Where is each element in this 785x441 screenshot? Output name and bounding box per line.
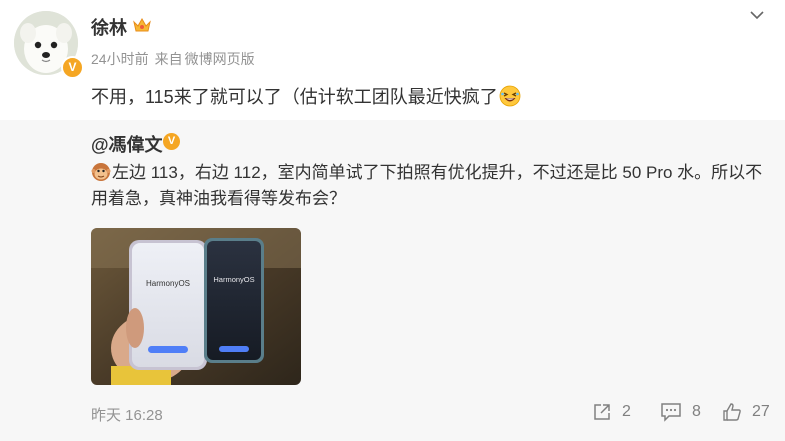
repost-time[interactable]: 昨天 16:28 xyxy=(91,404,163,425)
thumbs-up-icon xyxy=(723,403,741,421)
like-count: 27 xyxy=(752,403,770,420)
post-meta: 24小时前 来自 微博网页版 xyxy=(91,49,261,69)
post-text: 不用，115来了就可以了（估计软工团队最近快疯了 xyxy=(91,83,521,109)
phones-photo-image: HarmonyOS HarmonyOS xyxy=(91,228,301,385)
repost-action-button[interactable]: 2 xyxy=(592,402,631,422)
repost-block[interactable]: @馮偉文 V 左边 113，右边 112，室内简单试了下拍照有优化提升，不过还是… xyxy=(0,120,785,441)
comment-count: 8 xyxy=(692,403,701,420)
monkey-emoji-icon xyxy=(91,163,111,181)
verified-badge-icon: V xyxy=(61,56,84,79)
left-phone-brand: HarmonyOS xyxy=(146,279,190,288)
like-action-button[interactable]: 27 xyxy=(722,402,770,422)
crown-icon xyxy=(133,17,151,32)
repost-text-content: 左边 113，右边 112，室内简单试了下拍照有优化提升，不过还是比 50 Pr… xyxy=(91,163,763,208)
post-time[interactable]: 24小时前 xyxy=(91,51,149,67)
chevron-down-icon[interactable] xyxy=(748,8,766,22)
post-source: 微博网页版 xyxy=(184,51,255,67)
laughing-emoji-icon xyxy=(499,85,521,107)
comment-action-button[interactable]: 8 xyxy=(660,402,701,422)
share-icon xyxy=(594,404,610,420)
repost-text: 左边 113，右边 112，室内简单试了下拍照有优化提升，不过还是比 50 Pr… xyxy=(91,160,771,212)
repost-photo[interactable]: HarmonyOS HarmonyOS xyxy=(91,228,301,385)
comment-icon xyxy=(661,403,681,422)
repost-username[interactable]: @馮偉文 xyxy=(91,131,163,157)
post-username[interactable]: 徐林 xyxy=(91,14,127,40)
repost-count: 2 xyxy=(622,403,631,420)
repost-verified-badge-icon: V xyxy=(163,133,180,150)
post-text-content: 不用，115来了就可以了（估计软工团队最近快疯了 xyxy=(91,87,498,107)
source-prefix: 来自 xyxy=(154,51,183,67)
right-phone-brand: HarmonyOS xyxy=(213,275,254,284)
